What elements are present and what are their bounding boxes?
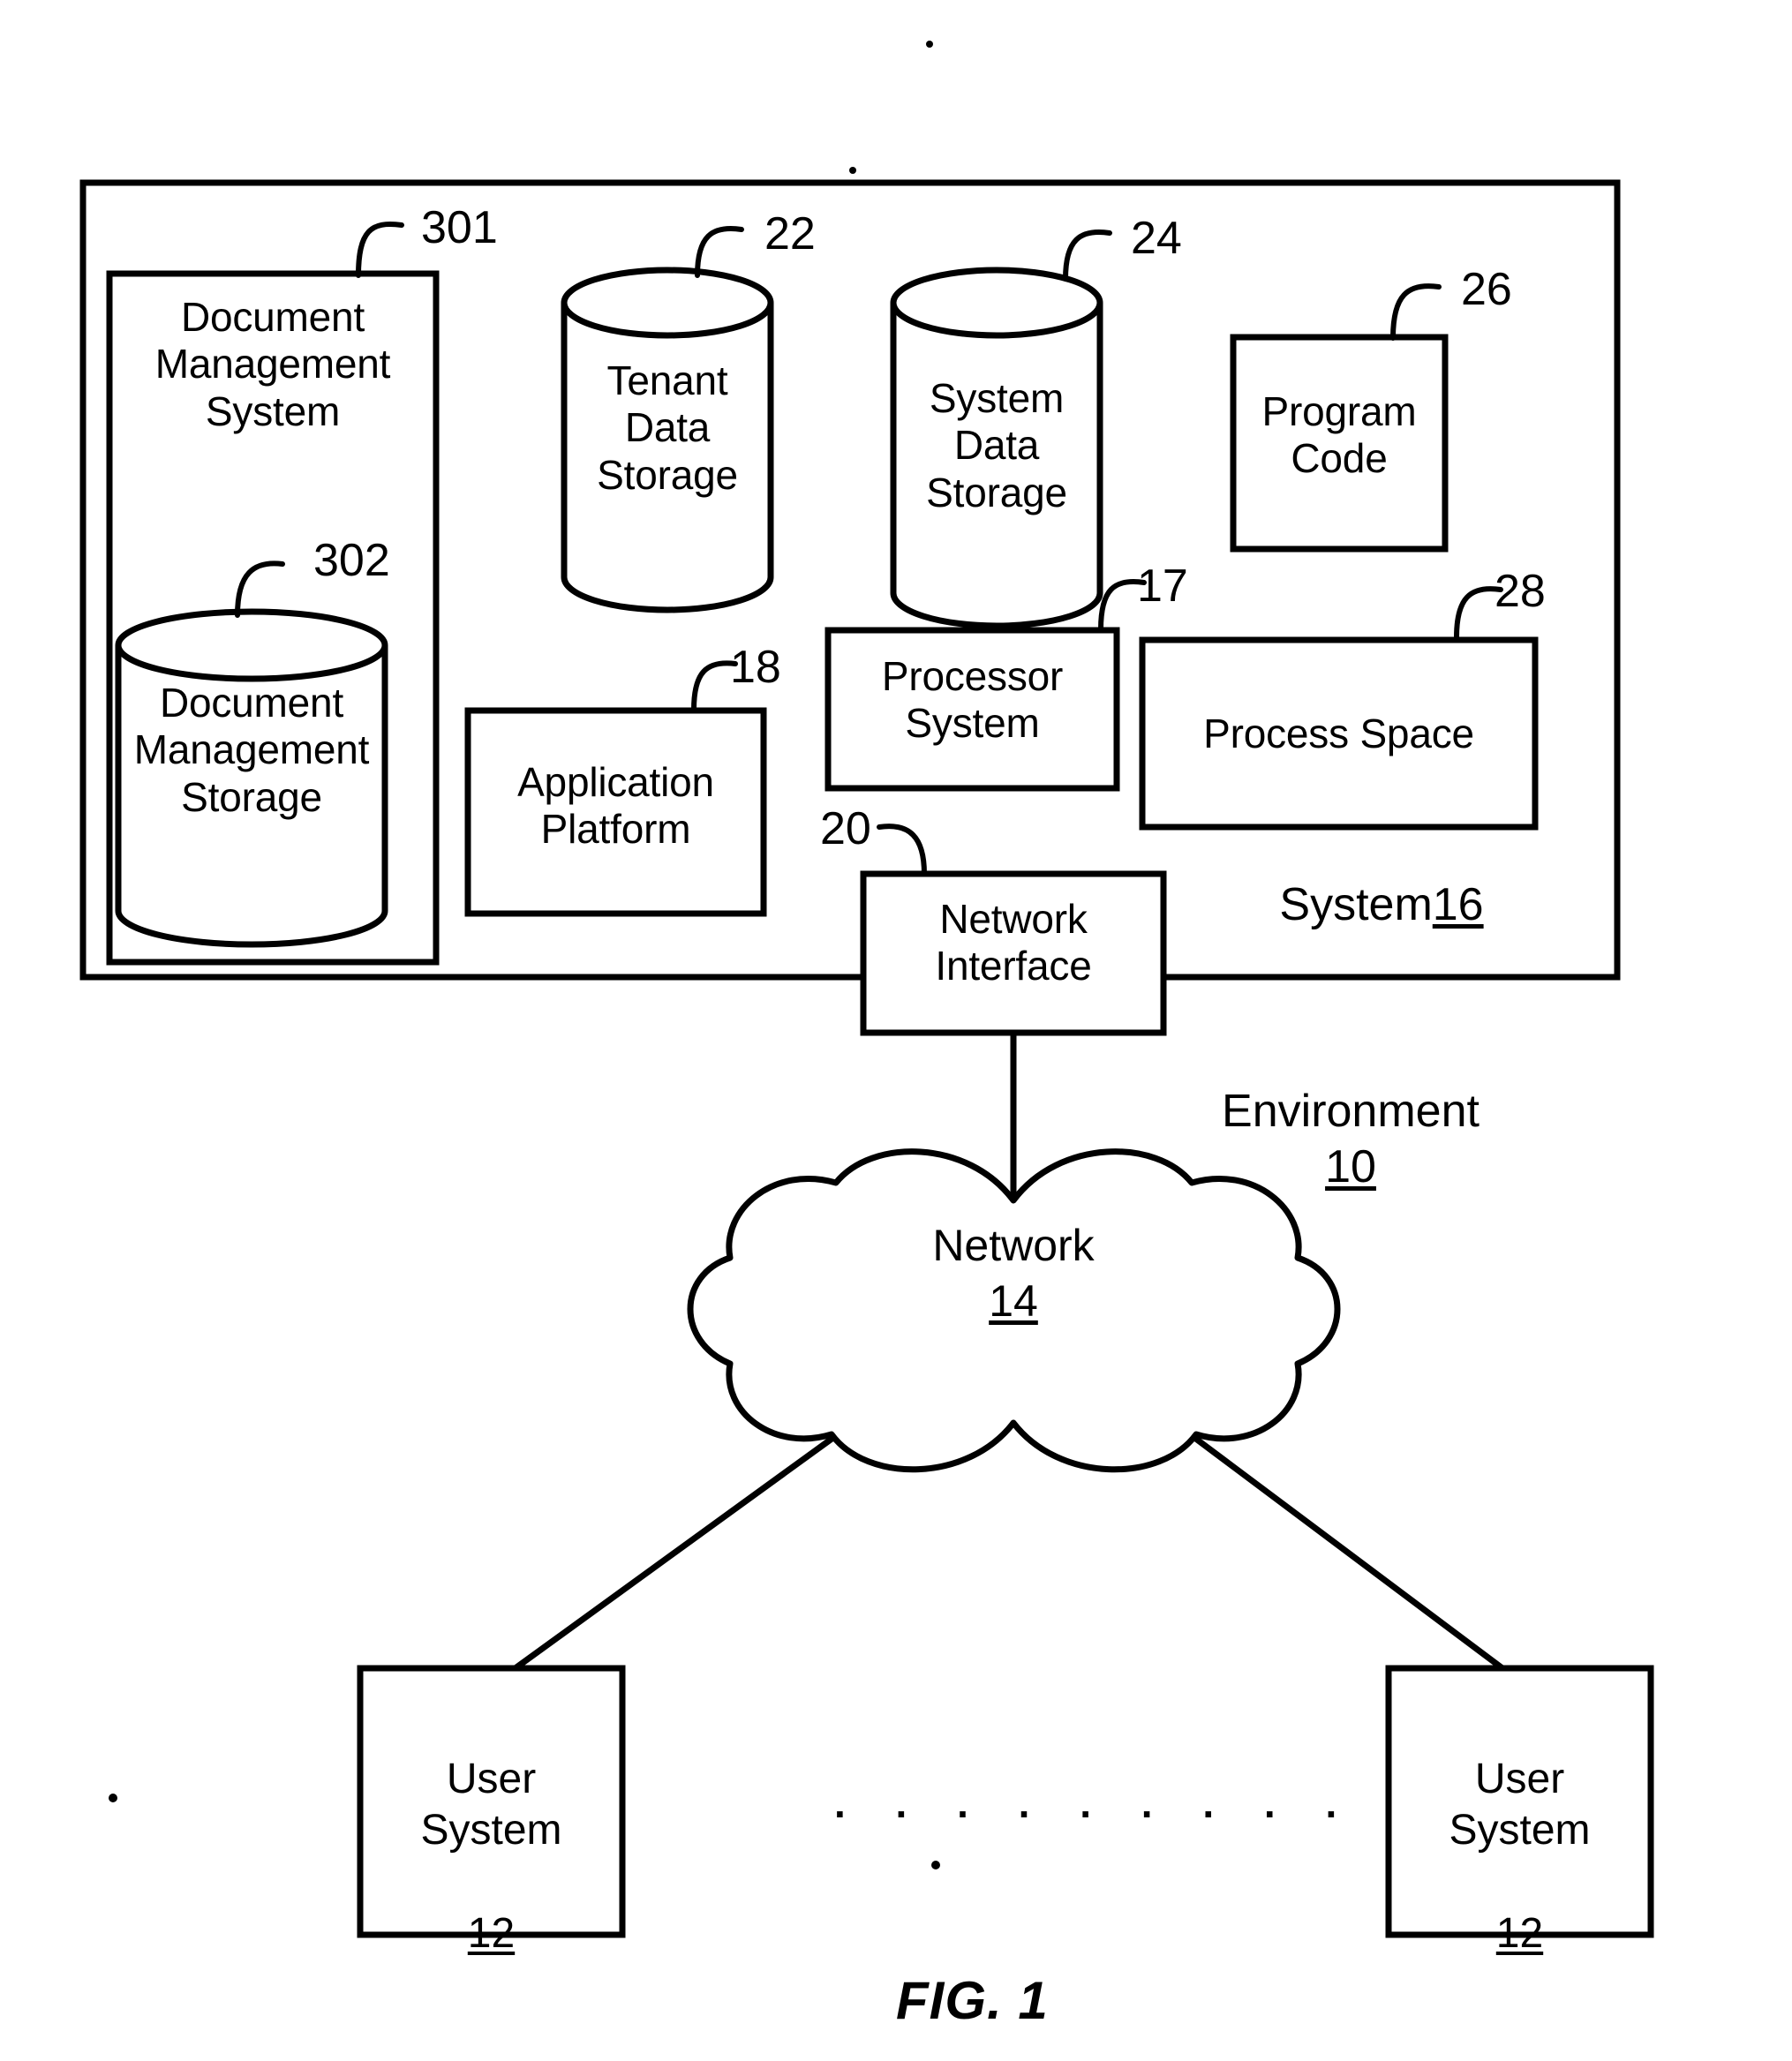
ref-numeral-22: 22 [764, 208, 816, 260]
environment-label: Environment 10 [1174, 1084, 1527, 1196]
ref-numeral-28: 28 [1495, 566, 1546, 617]
environment-label-text: Environment [1222, 1086, 1480, 1137]
system-boundary-label-text: System [1279, 879, 1433, 930]
system-boundary-label: System16 [1236, 878, 1527, 931]
user-system-right-label: User System 12 [1389, 1702, 1651, 1960]
ref-numeral-20: 20 [820, 803, 871, 854]
user-system-right-label-ref: 12 [1495, 1910, 1544, 1958]
document-management-storage-label: Document Management Storage [133, 680, 370, 820]
network-label: Network 14 [837, 1218, 1190, 1329]
leader-line-24 [1063, 229, 1112, 282]
leader-line-301 [356, 222, 404, 278]
ref-numeral-24: 24 [1131, 213, 1182, 264]
network-label-ref: 14 [989, 1276, 1038, 1326]
leader-line-26 [1390, 283, 1442, 341]
system-boundary-label-ref: 16 [1432, 879, 1484, 930]
environment-label-ref: 10 [1325, 1141, 1376, 1193]
scan-speck-mid [931, 1861, 940, 1869]
document-management-system-label: Document Management System [154, 294, 391, 434]
connector-network-to-user-left [494, 1434, 837, 1684]
ref-numeral-18: 18 [730, 642, 781, 693]
user-system-left-label-ref: 12 [467, 1910, 516, 1958]
network-interface-label: Network Interface [935, 896, 1092, 989]
figure-caption: FIG. 1 [896, 1971, 1049, 2030]
leader-line-20 [877, 824, 927, 876]
user-system-right-label-text: User System [1449, 1755, 1591, 1854]
patent-figure-1: 301 302 22 24 26 17 28 18 20 Document Ma… [0, 0, 1792, 2061]
user-systems-ellipsis: . . . . . . . . . [834, 1780, 1357, 1826]
ref-numeral-302: 302 [313, 535, 390, 586]
user-system-left-label: User System 12 [360, 1702, 622, 1960]
process-space-label: Process Space [1203, 711, 1474, 756]
leader-line-18 [691, 660, 738, 712]
tenant-data-storage-label: Tenant Data Storage [597, 357, 738, 498]
network-label-text: Network [932, 1221, 1095, 1270]
system-data-storage-label: System Data Storage [926, 375, 1067, 515]
leader-line-22 [695, 226, 744, 278]
program-code-label: Program Code [1261, 388, 1417, 482]
scan-speck-upper [849, 167, 856, 174]
ref-numeral-301: 301 [421, 202, 498, 253]
user-system-left-label-text: User System [420, 1755, 562, 1854]
ref-numeral-17: 17 [1137, 560, 1188, 612]
processor-system-label: Processor System [881, 653, 1064, 747]
application-platform-label: Application Platform [517, 759, 714, 853]
scan-speck-left [109, 1794, 117, 1802]
connector-network-to-user-right [1191, 1434, 1523, 1684]
scan-speck-top [926, 41, 933, 48]
ref-numeral-26: 26 [1461, 264, 1512, 315]
